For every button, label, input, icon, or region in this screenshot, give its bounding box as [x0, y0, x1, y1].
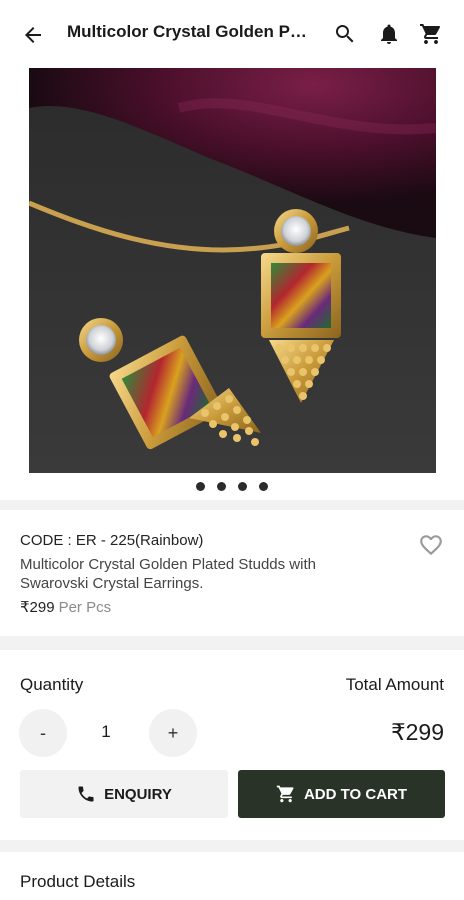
enquiry-button-label: ENQUIRY: [104, 785, 172, 803]
search-button[interactable]: [331, 20, 359, 48]
search-icon: [336, 25, 354, 43]
pagination-dot[interactable]: [217, 482, 226, 491]
add-to-cart-button[interactable]: ADD TO CART: [238, 770, 445, 818]
pagination-dot[interactable]: [259, 482, 268, 491]
app-header: Multicolor Crystal Golden Plated Studds …: [0, 0, 464, 68]
total-amount-value: ₹299: [390, 719, 444, 745]
increment-button[interactable]: +: [149, 709, 197, 757]
pagination-dot[interactable]: [238, 482, 247, 491]
purchase-card: Quantity Total Amount - 1 + ₹299 ENQUIRY…: [0, 650, 464, 840]
product-details-section: Product Details: [0, 852, 464, 900]
gallery-pagination: [0, 482, 464, 491]
add-to-cart-label: ADD TO CART: [303, 785, 408, 803]
price-row: ₹299 Per Pcs: [20, 598, 111, 616]
phone-icon: [78, 786, 94, 802]
cart-icon: [420, 24, 441, 44]
product-gallery: [0, 68, 464, 500]
enquiry-button[interactable]: ENQUIRY: [20, 770, 228, 818]
product-info-card: CODE : ER - 225(Rainbow) Multicolor Crys…: [0, 510, 464, 636]
product-details-title[interactable]: Product Details: [20, 872, 135, 892]
total-amount-label: Total Amount: [345, 675, 444, 694]
bell-icon: [381, 24, 397, 44]
quantity-value: 1: [101, 722, 111, 741]
quantity-label: Quantity: [20, 675, 84, 694]
wishlist-button[interactable]: [417, 532, 445, 558]
earrings-photo: [29, 68, 436, 473]
arrow-back-icon: [25, 27, 41, 43]
product-description: Multicolor Crystal Golden Plated Studds …: [20, 556, 316, 592]
product-image[interactable]: [29, 68, 436, 473]
cart-icon: [276, 785, 294, 803]
page-title: Multicolor Crystal Golden Plated Studds …: [67, 22, 307, 41]
notifications-button[interactable]: [375, 20, 403, 48]
heart-outline-icon: [420, 535, 442, 556]
pagination-dot[interactable]: [196, 482, 205, 491]
decrement-button[interactable]: -: [19, 709, 67, 757]
back-button[interactable]: [18, 20, 48, 50]
product-code: CODE : ER - 225(Rainbow): [20, 532, 204, 549]
price-unit: Per Pcs: [58, 599, 112, 616]
cart-button[interactable]: [417, 20, 445, 48]
product-price: ₹299: [20, 599, 55, 616]
